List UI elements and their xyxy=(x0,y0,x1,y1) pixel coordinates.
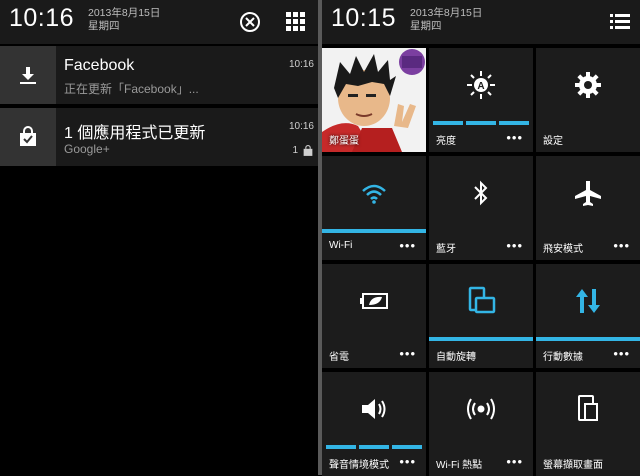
date: 2013年8月15日 星期四 xyxy=(410,7,482,33)
shopping-bag-icon xyxy=(20,126,36,146)
tile-icon-area xyxy=(429,272,533,330)
volume-level-segment xyxy=(326,445,356,449)
tile-label: 鄭蛋蛋 xyxy=(329,136,359,147)
notification-count: 1 xyxy=(292,145,298,156)
tile-icon-area xyxy=(322,272,426,330)
tile-more-button[interactable]: ••• xyxy=(613,346,630,361)
notification-title: Facebook xyxy=(64,57,135,74)
tile-icon-area xyxy=(536,164,640,222)
tile-active-bar xyxy=(536,337,640,341)
list-icon xyxy=(610,14,630,29)
tile-label: 行動數據 xyxy=(543,352,583,363)
volume-icon xyxy=(362,399,386,419)
notification-icon-box xyxy=(0,108,56,166)
notification-subtitle: Google+ xyxy=(64,142,110,156)
airplane-icon xyxy=(575,181,601,206)
clock: 10:16 xyxy=(9,4,75,32)
clock: 10:15 xyxy=(331,4,397,32)
brightness-level-segment xyxy=(433,121,463,125)
tile-settings[interactable]: 設定 xyxy=(536,48,640,152)
tile-label: 飛安模式 xyxy=(543,244,583,255)
wifi-icon xyxy=(362,184,386,204)
tile-bluetooth[interactable]: 藍牙 ••• xyxy=(429,156,533,260)
weekday-text: 星期四 xyxy=(88,20,120,32)
tile-label: 設定 xyxy=(543,136,563,147)
tile-active-bar xyxy=(429,337,533,341)
tile-more-button[interactable]: ••• xyxy=(506,454,523,469)
notification-item[interactable]: Facebook 正在更新「Facebook」... 10:16 xyxy=(0,46,318,104)
tile-icon-area xyxy=(536,56,640,114)
tile-more-button[interactable]: ••• xyxy=(399,238,416,253)
date: 2013年8月15日 星期四 xyxy=(88,7,160,33)
tile-icon-area xyxy=(322,164,426,222)
tile-label: Wi-Fi 熱點 xyxy=(436,460,483,471)
tile-icon-area: A xyxy=(429,56,533,114)
battery-saver-icon xyxy=(360,293,388,309)
date-text: 2013年8月15日 xyxy=(88,7,161,19)
notification-item[interactable]: 1 個應用程式已更新 Google+ 10:16 1 xyxy=(0,108,318,166)
tile-more-button[interactable]: ••• xyxy=(613,238,630,253)
tile-icon-area xyxy=(429,380,533,438)
tile-icon-area xyxy=(322,380,426,438)
tile-label: 省電 xyxy=(329,352,349,363)
quick-settings-toggle-button[interactable] xyxy=(282,8,310,36)
tile-power-saver[interactable]: 省電 ••• xyxy=(322,264,426,368)
tile-icon-area xyxy=(429,164,533,222)
gear-icon xyxy=(575,72,601,98)
tile-wifi-hotspot[interactable]: Wi-Fi 熱點 ••• xyxy=(429,372,533,476)
tile-profile[interactable]: 鄭蛋蛋 xyxy=(322,48,426,152)
tile-brightness[interactable]: A 亮度 ••• xyxy=(429,48,533,152)
tile-wifi[interactable]: Wi-Fi ••• xyxy=(322,156,426,260)
notification-panel: 10:16 2013年8月15日 星期四 Facebook 正在更新「Faceb… xyxy=(0,0,318,475)
weekday-text: 星期四 xyxy=(410,20,442,32)
shopping-bag-icon xyxy=(303,145,313,156)
tile-more-button[interactable]: ••• xyxy=(506,238,523,253)
tile-screenshot[interactable]: 螢幕擷取畫面 xyxy=(536,372,640,476)
notifications-list-button[interactable] xyxy=(606,8,634,36)
notification-icon-box xyxy=(0,46,56,104)
tile-auto-rotate[interactable]: 自動旋轉 xyxy=(429,264,533,368)
notification-time: 10:16 xyxy=(288,121,314,132)
clear-all-button[interactable] xyxy=(236,8,264,36)
notification-subtitle: 正在更新「Facebook」... xyxy=(64,82,199,96)
tile-label: 螢幕擷取畫面 xyxy=(543,460,603,471)
tile-label: Wi-Fi xyxy=(329,240,353,251)
brightness-level-segment xyxy=(499,121,529,125)
tile-label: 自動旋轉 xyxy=(436,352,476,363)
tile-more-button[interactable]: ••• xyxy=(399,454,416,469)
screenshot-icon xyxy=(578,395,598,421)
tile-airplane-mode[interactable]: 飛安模式 ••• xyxy=(536,156,640,260)
svg-text:A: A xyxy=(477,81,484,92)
clear-all-icon xyxy=(240,12,260,32)
volume-level-segment xyxy=(359,445,389,449)
auto-rotate-icon xyxy=(468,286,496,314)
quick-settings-panel: 10:15 2013年8月15日 星期四 鄭蛋蛋 A 亮度 ••• 設定 Wi-… xyxy=(322,0,640,476)
tile-sound-profile[interactable]: 聲音情境模式 ••• xyxy=(322,372,426,476)
bluetooth-icon xyxy=(474,180,488,206)
notification-title: 1 個應用程式已更新 xyxy=(64,125,206,142)
notification-time: 10:16 xyxy=(288,59,314,70)
tile-active-bar xyxy=(322,229,426,233)
tile-more-button[interactable]: ••• xyxy=(506,130,523,145)
status-header: 10:15 2013年8月15日 星期四 xyxy=(322,0,640,44)
tile-icon-area xyxy=(536,380,640,438)
volume-level-segment xyxy=(392,445,422,449)
brightness-auto-icon: A xyxy=(467,71,495,99)
wifi-hotspot-icon xyxy=(467,398,495,420)
tile-more-button[interactable]: ••• xyxy=(399,346,416,361)
mobile-data-icon xyxy=(576,289,600,313)
brightness-level-segment xyxy=(466,121,496,125)
download-icon xyxy=(20,67,36,84)
status-header: 10:16 2013年8月15日 星期四 xyxy=(0,0,318,44)
tile-icon-area xyxy=(536,272,640,330)
tile-label: 聲音情境模式 xyxy=(329,460,389,471)
grid-icon xyxy=(286,12,305,31)
tile-mobile-data[interactable]: 行動數據 ••• xyxy=(536,264,640,368)
tile-label: 亮度 xyxy=(436,136,456,147)
date-text: 2013年8月15日 xyxy=(410,7,483,19)
tile-label: 藍牙 xyxy=(436,244,456,255)
